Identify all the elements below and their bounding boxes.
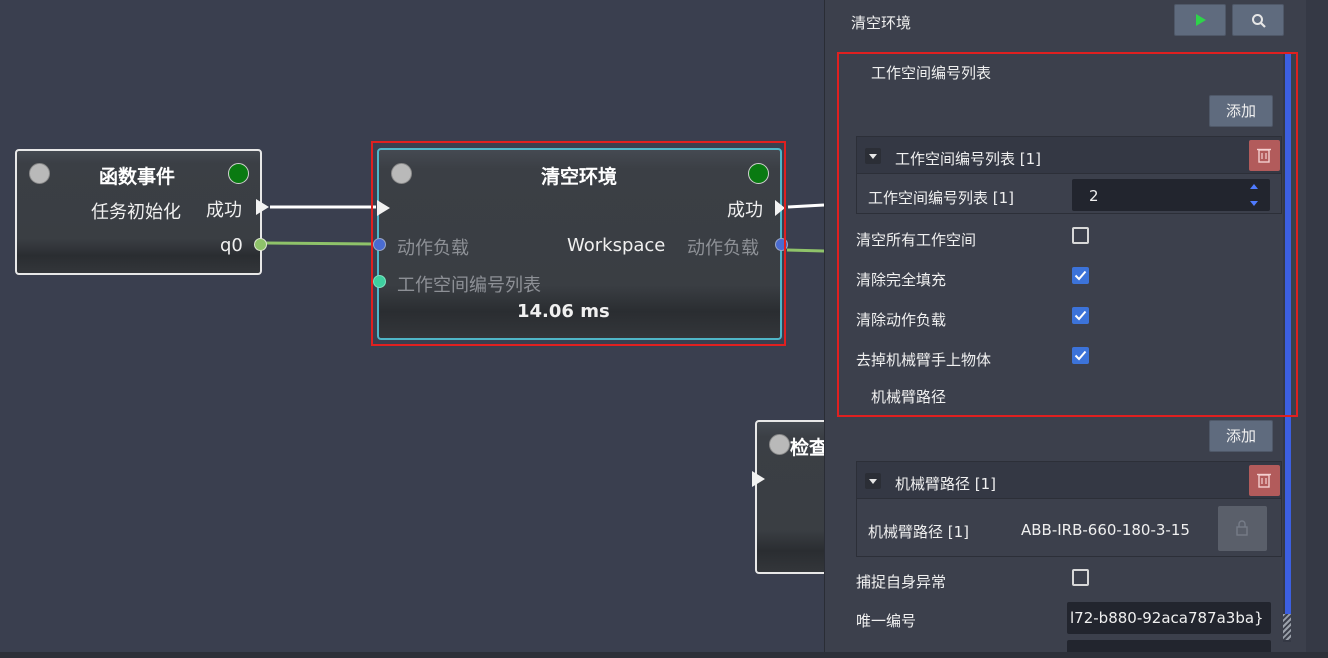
check-node[interactable]: 检查 bbox=[752, 420, 824, 574]
trash-icon bbox=[1257, 148, 1271, 163]
ws-list-in-label: 工作空间编号列表 bbox=[397, 275, 541, 296]
trash-icon bbox=[1257, 473, 1271, 488]
ws-section-label: 工作空间编号列表 bbox=[871, 64, 992, 82]
data-wire-2 bbox=[786, 248, 824, 253]
catch-exception-label: 捕捉自身异常 bbox=[856, 573, 947, 591]
option-label-clear-full: 清除完全填充 bbox=[856, 271, 947, 289]
ws-group-header[interactable]: 工作空间编号列表 [1] bbox=[856, 136, 1282, 174]
arm-path-value: ABB-IRB-660-180-3-15 bbox=[1021, 521, 1190, 539]
option-label-clear-all-ws: 清空所有工作空间 bbox=[856, 231, 977, 249]
node-status-dot bbox=[29, 163, 50, 184]
checkbox-clear-full[interactable] bbox=[1072, 267, 1089, 284]
arm-group-header[interactable]: 机械臂路径 [1] bbox=[856, 461, 1282, 499]
payload-out-label: 动作负载 bbox=[687, 238, 759, 259]
arm-select-button[interactable] bbox=[1218, 506, 1267, 551]
delete-ws-item-button[interactable] bbox=[1249, 140, 1280, 171]
arm-group-header-label: 机械臂路径 [1] bbox=[895, 475, 997, 493]
ws-row-label: 工作空间编号列表 [1] bbox=[868, 189, 1015, 207]
exec-wire-2 bbox=[787, 203, 824, 209]
collapse-caret-icon[interactable] bbox=[865, 473, 881, 489]
add-ws-button[interactable]: 添加 bbox=[1209, 95, 1273, 127]
search-button[interactable] bbox=[1232, 4, 1284, 36]
graph-canvas[interactable]: 函数事件 成功 任务初始化 q0 清空环境 成功 动作负载 Workspace … bbox=[0, 0, 824, 658]
payload-in-port[interactable] bbox=[373, 238, 386, 251]
payload-in-label: 动作负载 bbox=[397, 238, 469, 259]
timing-label: 14.06 ms bbox=[517, 301, 610, 322]
center-label: Workspace bbox=[567, 235, 666, 256]
event-node[interactable]: 函数事件 成功 任务初始化 q0 bbox=[15, 149, 269, 275]
checkbox-catch-exception[interactable] bbox=[1072, 569, 1089, 586]
event-out-label: 成功 bbox=[206, 200, 242, 221]
arm-row-label: 机械臂路径 [1] bbox=[868, 523, 970, 541]
checkbox-clear-all-ws[interactable] bbox=[1072, 227, 1089, 244]
checkbox-remove-held-object[interactable] bbox=[1072, 347, 1089, 364]
search-icon bbox=[1252, 14, 1266, 28]
arm-section-label: 机械臂路径 bbox=[871, 388, 947, 406]
checkbox-clear-payload[interactable] bbox=[1072, 307, 1089, 324]
exec-out-port[interactable] bbox=[775, 200, 785, 216]
ws-number-value: 2 bbox=[1089, 187, 1099, 205]
panel-title: 清空环境 bbox=[851, 14, 912, 32]
ws-number-spinbox[interactable]: 2 bbox=[1072, 179, 1270, 211]
node-status-dot bbox=[391, 163, 412, 184]
exec-out-port[interactable] bbox=[256, 199, 269, 215]
property-panel: 清空环境 工作空间编号列表 添加 工作空间编号列表 [1] 工作空间编号列表 [… bbox=[824, 0, 1306, 658]
scrollbar-grip-icon[interactable] bbox=[1283, 614, 1291, 640]
node-status-dot bbox=[769, 434, 790, 455]
node-active-dot bbox=[228, 163, 249, 184]
bottom-status-strip bbox=[0, 652, 1328, 658]
delete-arm-item-button[interactable] bbox=[1249, 465, 1280, 496]
check-node-title: 检查 bbox=[790, 437, 824, 459]
spin-down-icon[interactable] bbox=[1250, 201, 1258, 206]
option-label-clear-payload: 清除动作负载 bbox=[856, 311, 947, 329]
clear-node-title: 清空环境 bbox=[541, 166, 618, 188]
data-wire-1 bbox=[265, 241, 375, 246]
event-sub-label: 任务初始化 bbox=[91, 202, 181, 223]
uid-input[interactable]: l72-b880-92aca787a3ba} bbox=[1067, 602, 1271, 634]
q0-out-port[interactable] bbox=[254, 238, 267, 251]
collapse-caret-icon[interactable] bbox=[865, 148, 881, 164]
payload-out-port[interactable] bbox=[775, 238, 788, 251]
clear-out-label: 成功 bbox=[727, 200, 763, 221]
option-label-remove-held-object: 去掉机械臂手上物体 bbox=[856, 351, 992, 369]
add-arm-button[interactable]: 添加 bbox=[1209, 420, 1273, 452]
exec-in-port[interactable] bbox=[752, 471, 765, 487]
spin-up-icon[interactable] bbox=[1250, 184, 1258, 189]
checkmark-icon bbox=[1074, 310, 1087, 321]
run-button[interactable] bbox=[1174, 4, 1226, 36]
checkmark-icon bbox=[1074, 350, 1087, 361]
ws-group-header-label: 工作空间编号列表 [1] bbox=[895, 150, 1042, 168]
ws-group-body: 工作空间编号列表 [1] 2 bbox=[856, 174, 1282, 214]
play-icon bbox=[1196, 14, 1206, 26]
window-edge-strip bbox=[1306, 0, 1328, 658]
clear-env-node[interactable]: 清空环境 成功 动作负载 Workspace 动作负载 工作空间编号列表 14.… bbox=[373, 148, 788, 340]
panel-scrollbar-thumb[interactable] bbox=[1285, 54, 1291, 614]
lock-icon bbox=[1236, 520, 1248, 536]
uid-value: l72-b880-92aca787a3ba} bbox=[1070, 609, 1264, 627]
event-node-title: 函数事件 bbox=[99, 166, 176, 188]
checkmark-icon bbox=[1074, 270, 1087, 281]
event-port-label: q0 bbox=[220, 235, 243, 256]
arm-group-body: 机械臂路径 [1] ABB-IRB-660-180-3-15 bbox=[856, 499, 1282, 557]
uid-label: 唯一编号 bbox=[856, 612, 917, 630]
node-active-dot bbox=[748, 163, 769, 184]
ws-list-in-port[interactable] bbox=[373, 275, 386, 288]
exec-in-port[interactable] bbox=[377, 200, 390, 216]
